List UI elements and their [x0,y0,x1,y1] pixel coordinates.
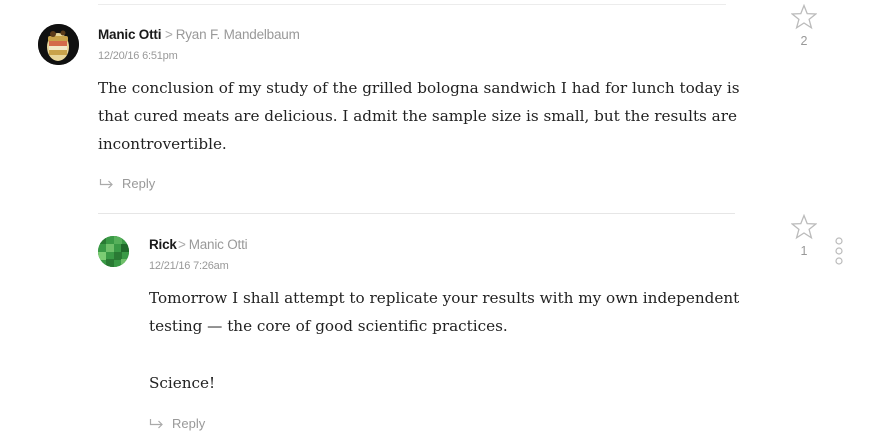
comment-author[interactable]: Rick [149,237,177,252]
comment-paragraph: that cured meats are delicious. I admit … [98,107,737,125]
reply-button[interactable]: Reply [149,416,205,431]
reply-arrow-icon [149,418,163,428]
reply-to[interactable]: > Manic Otti [178,237,248,252]
reply-to[interactable]: > Ryan F. Mandelbaum [165,27,300,42]
reply-label: Reply [172,416,206,431]
reply-divider [98,213,735,214]
comment-timestamp[interactable]: 12/21/16 7:26am [149,260,229,272]
comment-body: Tomorrow I shall attempt to replicate yo… [149,284,739,397]
chevron-right-icon: > [178,237,186,252]
star-count: 1 [800,244,808,258]
top-divider [98,4,726,5]
comment-timestamp[interactable]: 12/20/16 6:51pm [98,50,178,62]
comment-paragraph: The conclusion of my study of the grille… [98,79,740,97]
reply-button[interactable]: Reply [99,176,155,191]
comment-body: The conclusion of my study of the grille… [98,74,740,158]
reply-arrow-icon [99,178,113,188]
avatar[interactable] [38,24,79,65]
reply-to-name[interactable]: Ryan F. Mandelbaum [176,27,300,42]
comment-paragraph: Science! [149,374,216,392]
star-icon[interactable] [791,4,817,30]
comment-paragraph: incontrovertible. [98,135,227,153]
pixel-avatar-icon [98,236,129,267]
sandwich-avatar-icon [38,24,79,65]
reply-to-name[interactable]: Manic Otti [189,237,248,252]
comment-paragraph: Tomorrow I shall attempt to replicate yo… [149,289,740,307]
comment-author[interactable]: Manic Otti [98,27,161,42]
reply-label: Reply [122,176,156,191]
avatar[interactable] [98,236,129,267]
comment-paragraph: testing — the core of good scientific pr… [149,317,508,335]
star-icon[interactable] [791,214,817,240]
more-options-icon[interactable] [834,237,844,267]
star-count: 2 [800,34,808,48]
chevron-right-icon: > [165,27,173,42]
